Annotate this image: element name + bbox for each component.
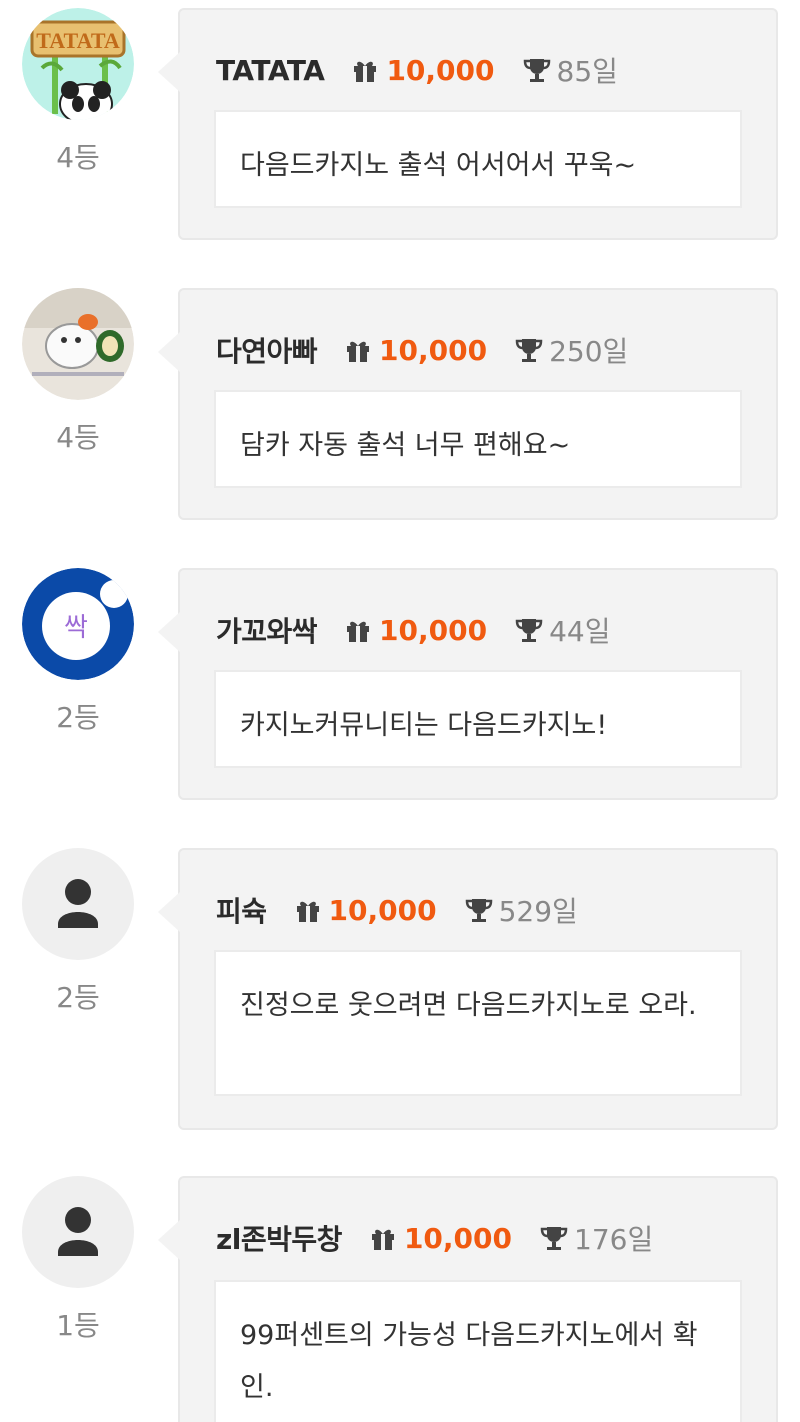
svg-text:싹: 싹 — [64, 613, 88, 643]
hamster-avatar-image — [22, 288, 134, 400]
points-value: 10,000 — [379, 333, 488, 367]
rank-label: 4등 — [56, 141, 100, 174]
message-box: 99퍼센트의 가능성 다음드카지노에서 확인. — [214, 1280, 742, 1422]
points-value: 10,000 — [386, 53, 495, 87]
message-box: 카지노커뮤니티는 다음드카지노! — [214, 670, 742, 768]
message-box: 담카 자동 출석 너무 편해요~ — [214, 390, 742, 488]
points-value: 10,000 — [403, 1221, 512, 1255]
comment-bubble: 피슉 10,000 529일 진정으로 웃으려면 다음드카지노로 오라. — [158, 848, 778, 1130]
user-icon — [58, 1207, 98, 1256]
trophy-icon — [540, 1227, 568, 1250]
points-value: 10,000 — [328, 893, 437, 927]
comment-meta: TATATA 10,000 85일 — [216, 48, 618, 92]
message-box: 다음드카지노 출석 어서어서 꾸욱~ — [214, 110, 742, 208]
comment-bubble: zl존박두창 10,000 176일 99퍼센트의 가능성 다음드카지노에서 확… — [158, 1176, 778, 1422]
trophy-icon — [465, 899, 492, 922]
trophy-icon — [515, 339, 543, 362]
trophy-icon — [523, 59, 550, 82]
gift-icon — [347, 621, 370, 642]
rank-label: 2등 — [56, 981, 100, 1014]
message-box: 진정으로 웃으려면 다음드카지노로 오라. — [214, 950, 742, 1096]
message-text: 진정으로 웃으려면 다음드카지노로 오라. — [240, 990, 697, 1021]
comment-meta: zl존박두창 10,000 176일 — [216, 1216, 653, 1260]
message-text: 카지노커뮤니티는 다음드카지노! — [240, 710, 608, 741]
message-text: 99퍼센트의 가능성 다음드카지노에서 확인. — [240, 1320, 698, 1403]
avatar[interactable]: 싹 — [22, 568, 134, 680]
panda-avatar-image: TATATA — [22, 8, 134, 120]
days-count: 529일 — [498, 895, 578, 928]
message-text: 다음드카지노 출석 어서어서 꾸욱~ — [240, 150, 637, 181]
text-avatar-image: 싹 — [22, 568, 134, 680]
rank-label: 4등 — [56, 421, 100, 454]
rank-label: 2등 — [56, 701, 100, 734]
trophy-icon — [515, 619, 543, 642]
avatar[interactable] — [22, 1176, 134, 1288]
comment-meta: 피슉 10,000 529일 — [216, 888, 578, 932]
comment-meta: 다연아빠 10,000 250일 — [216, 328, 628, 372]
username[interactable]: zl존박두창 — [216, 1218, 342, 1258]
points-value: 10,000 — [379, 613, 488, 647]
comment-bubble: 가꼬와싹 10,000 44일 카지노커뮤니티는 다음드카지노! — [158, 568, 778, 800]
comment-bubble: TATATA 10,000 85일 다음드카지노 출석 어서어서 꾸욱~ — [158, 8, 778, 240]
days-count: 250일 — [549, 335, 629, 368]
avatar[interactable] — [22, 288, 134, 400]
comment-meta: 가꼬와싹 10,000 44일 — [216, 608, 611, 652]
gift-icon — [296, 901, 319, 922]
days-count: 44일 — [549, 615, 611, 648]
message-text: 담카 자동 출석 너무 편해요~ — [240, 430, 571, 461]
username[interactable]: TATATA — [216, 54, 325, 87]
svg-text:TATATA: TATATA — [36, 28, 120, 53]
avatar[interactable] — [22, 848, 134, 960]
comment-bubble: 다연아빠 10,000 250일 담카 자동 출석 너무 편해요~ — [158, 288, 778, 520]
rank-label: 1등 — [56, 1309, 100, 1342]
avatar[interactable]: TATATA — [22, 8, 134, 120]
username[interactable]: 피슉 — [216, 890, 267, 930]
days-count: 176일 — [574, 1223, 654, 1256]
username[interactable]: 가꼬와싹 — [216, 610, 318, 650]
gift-icon — [354, 61, 377, 82]
gift-icon — [347, 341, 370, 362]
gift-icon — [371, 1229, 394, 1250]
username[interactable]: 다연아빠 — [216, 330, 318, 370]
days-count: 85일 — [556, 55, 618, 88]
user-icon — [58, 879, 98, 928]
